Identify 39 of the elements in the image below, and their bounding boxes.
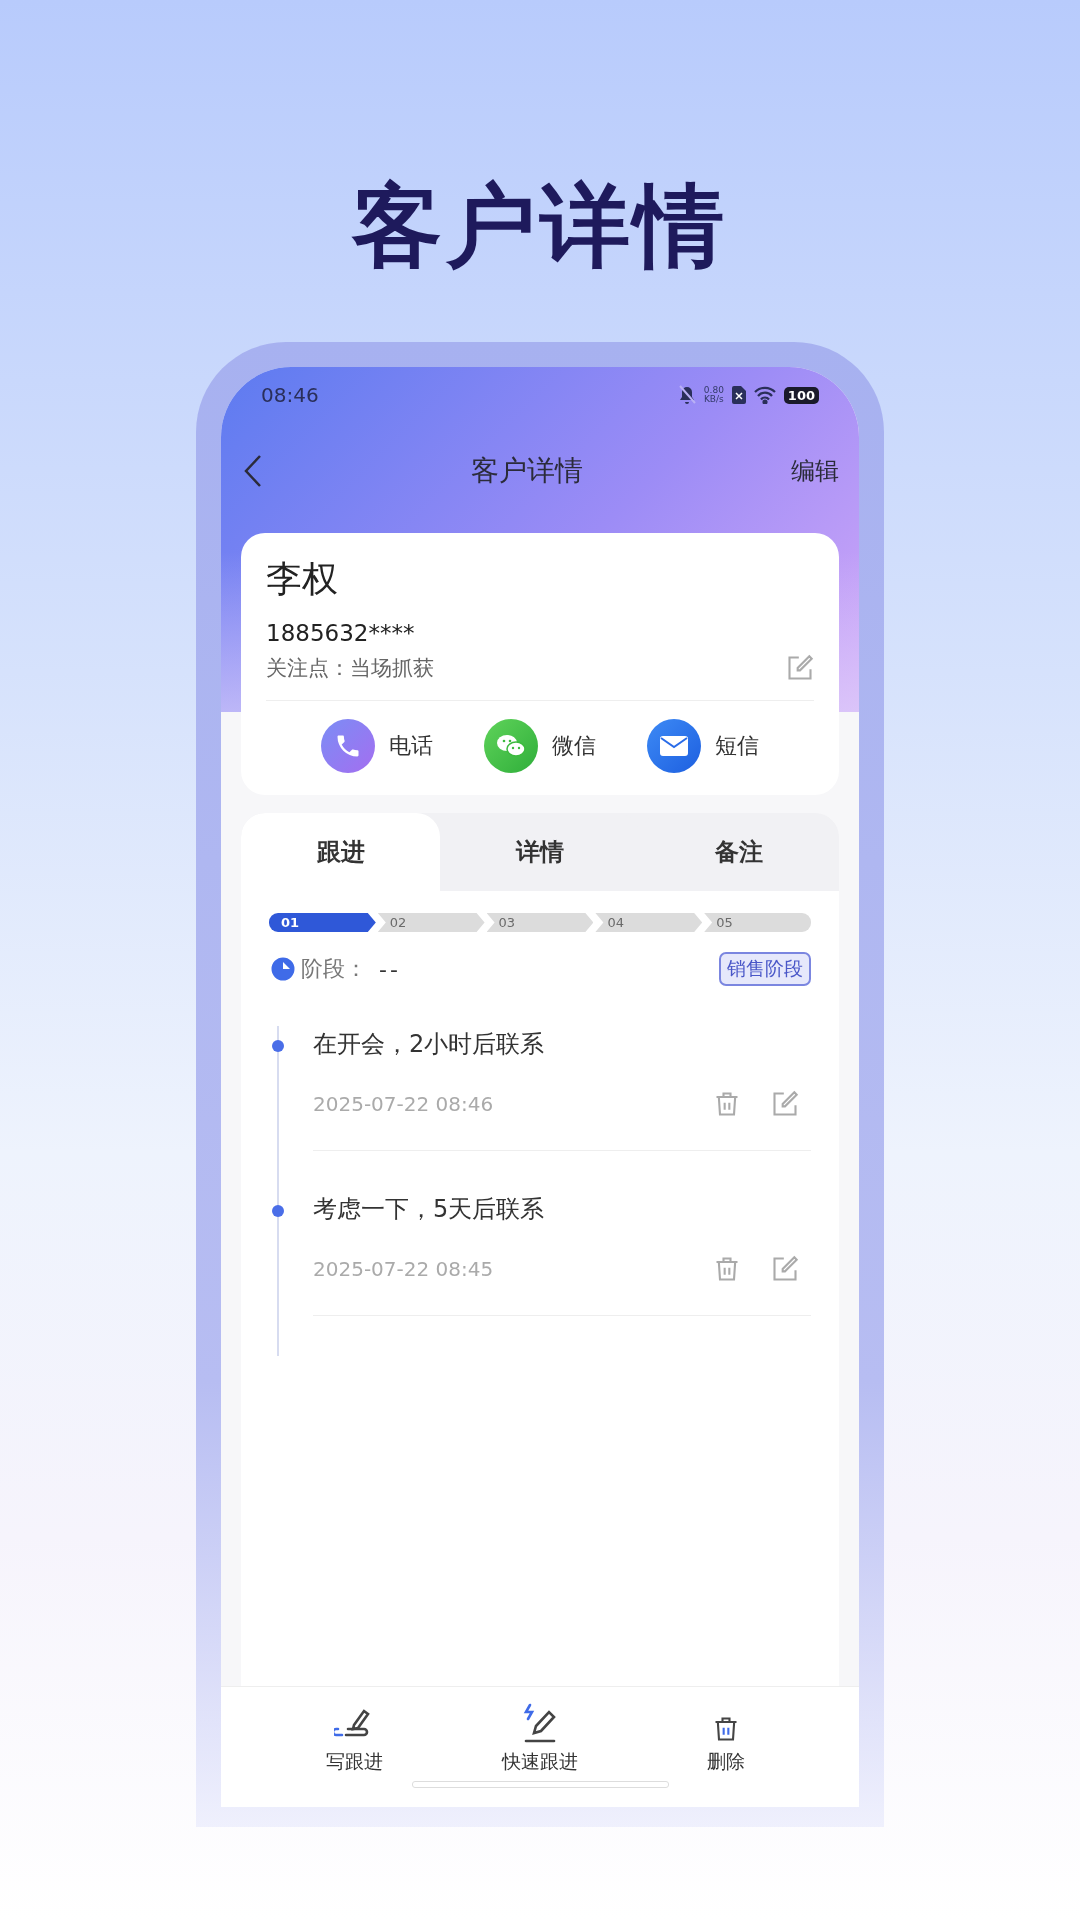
progress-step: 03 bbox=[486, 913, 594, 932]
contact-label[interactable]: 短信 bbox=[714, 731, 759, 761]
bottom-action[interactable]: 删除 bbox=[676, 1701, 776, 1775]
bottom-action[interactable]: 写跟进 bbox=[304, 1701, 404, 1775]
followup-time: 2025-07-22 08:46 bbox=[313, 1092, 494, 1116]
edit-icon[interactable] bbox=[771, 1090, 799, 1118]
progress-step: 01 bbox=[269, 913, 376, 932]
edit-button[interactable]: 编辑 bbox=[791, 455, 839, 487]
edit-icon[interactable] bbox=[786, 654, 814, 682]
screen-title: 客户详情 bbox=[471, 453, 583, 489]
back-icon[interactable] bbox=[243, 454, 263, 488]
phone-icon[interactable] bbox=[321, 719, 376, 773]
page-headline: 客户详情 bbox=[352, 172, 728, 280]
focus-text: 关注点：当场抓获 bbox=[266, 655, 434, 682]
envelope-icon[interactable] bbox=[646, 719, 701, 773]
progress-step: 02 bbox=[377, 913, 485, 932]
phone-number: 1885632**** bbox=[266, 620, 416, 646]
muted-bell-icon bbox=[677, 385, 696, 405]
contact-label[interactable]: 电话 bbox=[389, 731, 434, 761]
status-time: 08:46 bbox=[261, 383, 319, 407]
customer-name: 李权 bbox=[266, 557, 339, 601]
stage-value: -- bbox=[379, 956, 401, 982]
progress-step: 04 bbox=[595, 913, 703, 932]
followup-text: 考虑一下，5天后联系 bbox=[313, 1194, 546, 1225]
tab[interactable]: 跟进 bbox=[241, 813, 441, 891]
timeline-dot bbox=[272, 1040, 284, 1052]
pie-chart-icon bbox=[271, 957, 295, 981]
network-speed: 0.80 KB/s bbox=[703, 386, 724, 404]
chat-bubbles-icon[interactable] bbox=[484, 719, 538, 773]
followup-text: 在开会，2小时后联系 bbox=[313, 1029, 546, 1060]
edit-icon[interactable] bbox=[771, 1255, 799, 1283]
stage-label: 阶段： bbox=[301, 955, 367, 983]
sales-stage-button[interactable]: 销售阶段 bbox=[719, 952, 811, 986]
wifi-icon bbox=[753, 386, 776, 404]
bottom-action[interactable]: 快速跟进 bbox=[490, 1701, 590, 1775]
contact-label[interactable]: 微信 bbox=[552, 731, 596, 761]
progress-step: 05 bbox=[704, 913, 811, 932]
timeline-dot bbox=[272, 1205, 284, 1217]
followup-time: 2025-07-22 08:45 bbox=[313, 1257, 494, 1281]
